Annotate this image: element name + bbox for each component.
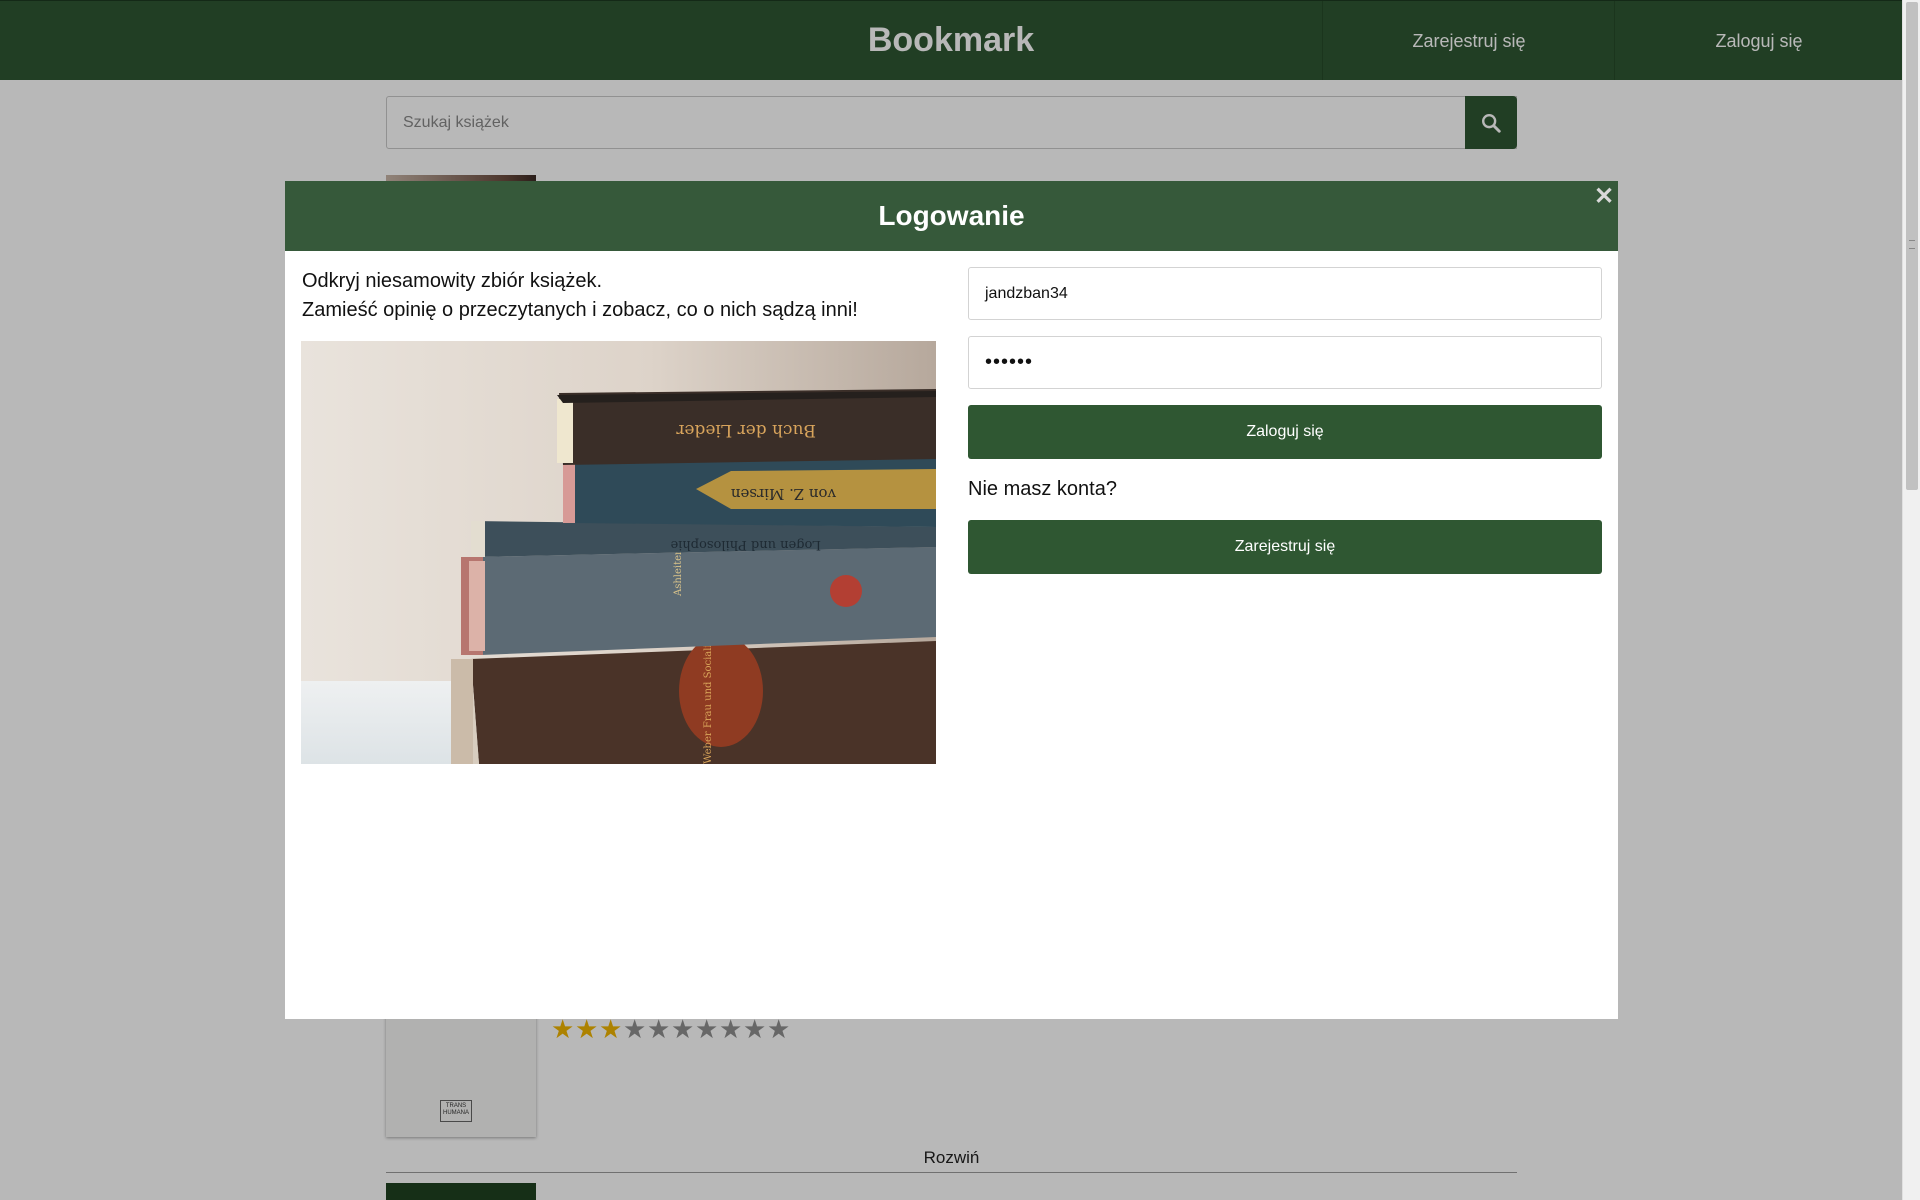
no-account-text: Nie masz konta?	[968, 478, 1117, 500]
username-field[interactable]: jandzban34	[968, 267, 1602, 320]
grip-icon	[1909, 240, 1915, 249]
close-icon[interactable]: ✕	[1590, 183, 1618, 211]
book-stack-illustration: Weber Frau und Socialismus Ashleitenb Cl…	[301, 341, 936, 764]
scrollbar-thumb[interactable]	[1906, 2, 1918, 490]
photo-spine-text: Logen und Philosophie	[670, 537, 821, 552]
password-field[interactable]: ••••••	[968, 336, 1602, 389]
login-button[interactable]: Zaloguj się	[968, 405, 1602, 459]
photo-spine-text: Buch der Lieder	[675, 420, 816, 440]
photo-spine-text: von Z. Mirsen	[730, 485, 837, 503]
intro-line: Zamieść opinię o przeczytanych i zobacz,…	[302, 299, 858, 321]
login-modal: Logowanie ✕ Odkryj niesamowity zbiór ksi…	[285, 181, 1618, 1019]
books-photo: Weber Frau und Socialismus Ashleitenb Cl…	[301, 341, 936, 764]
intro-text: Odkryj niesamowity zbiór książek. Zamieś…	[302, 267, 952, 325]
intro-line: Odkryj niesamowity zbiór książek.	[302, 270, 603, 292]
modal-header: Logowanie ✕	[285, 181, 1618, 251]
page: Bookmark Zarejestruj się Zaloguj się Szu…	[0, 0, 1902, 1200]
page-scrollbar[interactable]	[1902, 0, 1920, 1200]
modal-title: Logowanie	[878, 200, 1025, 231]
register-button[interactable]: Zarejestruj się	[968, 520, 1602, 574]
